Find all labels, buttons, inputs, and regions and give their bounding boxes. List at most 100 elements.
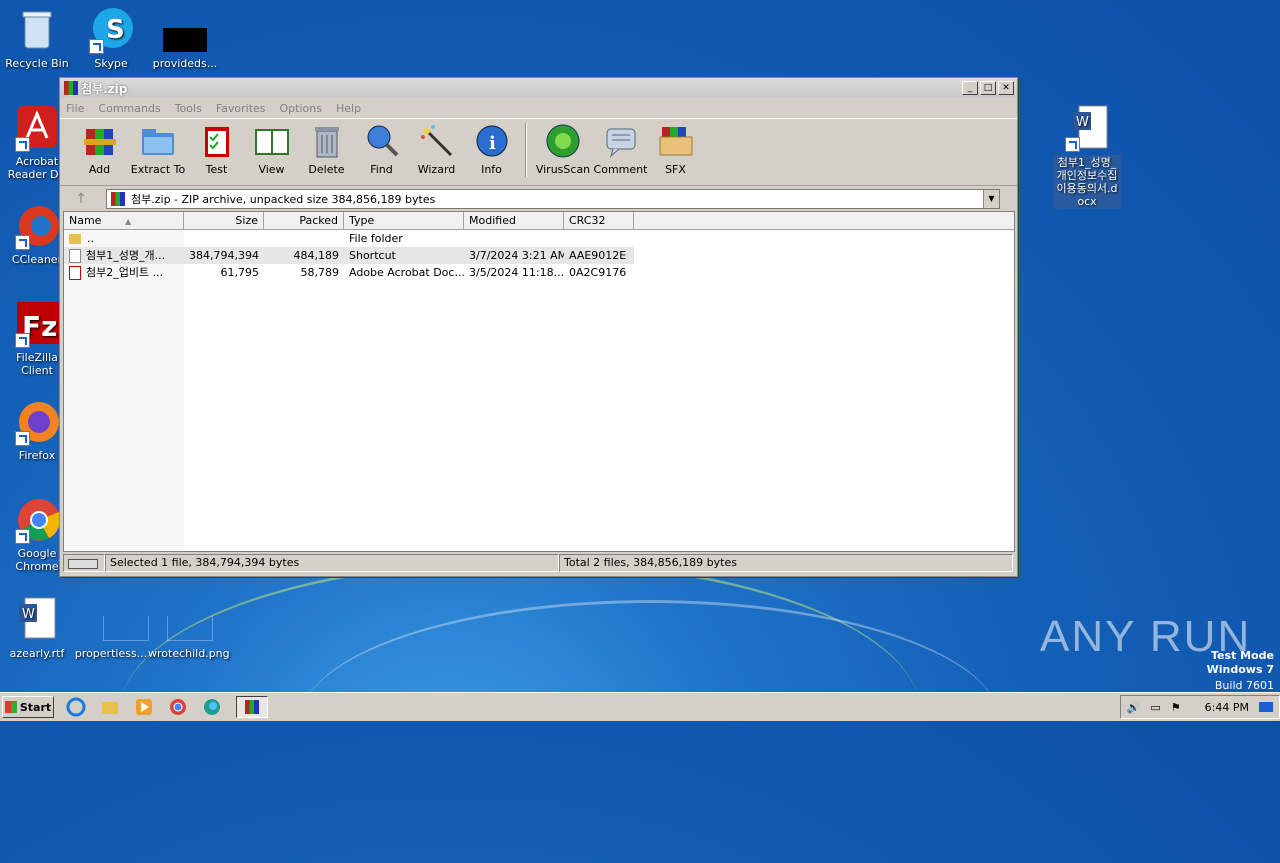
- window-title: 첨부.zip: [81, 81, 128, 96]
- file-size: 61,795: [220, 266, 260, 279]
- checklist-icon: [199, 123, 235, 159]
- status-bar: Selected 1 file, 384,794,394 bytes Total…: [63, 554, 1013, 572]
- sfx-label: SFX: [665, 163, 686, 176]
- recycle-bin-icon[interactable]: Recycle Bin: [0, 6, 74, 70]
- media-player-icon[interactable]: [134, 697, 156, 717]
- close-button[interactable]: ✕: [998, 81, 1014, 95]
- file-type: File folder: [349, 232, 403, 245]
- info-label: Info: [481, 163, 502, 176]
- test-button[interactable]: Test: [189, 123, 244, 176]
- windows-logo-icon: [4, 701, 17, 713]
- folder-icon: [140, 123, 176, 159]
- table-row[interactable]: 첨부2_업비트 ... 61,795 58,789 Adobe Acrobat …: [64, 264, 1014, 281]
- info-button[interactable]: i Info: [464, 123, 519, 176]
- path-dropdown-icon[interactable]: ▼: [983, 190, 999, 208]
- add-label: Add: [88, 163, 111, 176]
- address-bar: ↑ 첨부.zip - ZIP archive, unpacked size 38…: [60, 186, 1017, 212]
- add-button[interactable]: Add: [72, 123, 127, 176]
- delete-button[interactable]: Delete: [299, 123, 354, 176]
- winrar-window: 첨부.zip _ □ ✕ File Commands Tools Favorit…: [59, 77, 1018, 577]
- find-button[interactable]: Find: [354, 123, 409, 176]
- column-crc32[interactable]: CRC32: [564, 212, 634, 229]
- up-one-level-button[interactable]: ↑: [66, 188, 96, 210]
- edge-icon[interactable]: [202, 697, 224, 717]
- file-name: 첨부2_업비트 ...: [86, 266, 164, 279]
- minimize-button[interactable]: _: [962, 81, 978, 95]
- file-name: ..: [87, 232, 94, 245]
- rtf-file-icon[interactable]: W azearly.rtf: [0, 596, 74, 660]
- chrome-taskbar-icon[interactable]: [168, 697, 190, 717]
- table-row[interactable]: 첨부1_성명_개... 384,794,394 484,189 Shortcut…: [64, 247, 634, 264]
- up-arrow-icon: ↑: [75, 191, 87, 207]
- maximize-button[interactable]: □: [980, 81, 996, 95]
- menu-file[interactable]: File: [66, 102, 84, 115]
- png-file-icon[interactable]: wrotechild.png: [148, 596, 230, 660]
- test-mode-text: Test Mode: [1211, 649, 1274, 662]
- file-modified: 3/5/2024 11:18...: [469, 266, 564, 279]
- archive-icon: [111, 192, 125, 206]
- network-icon[interactable]: ▭: [1150, 701, 1160, 714]
- status-selected: Selected 1 file, 384,794,394 bytes: [105, 554, 559, 572]
- system-tray: 🔊 ▭ ⚑ 6:44 PM: [1119, 695, 1280, 719]
- virusscan-button[interactable]: VirusScan: [533, 123, 593, 176]
- volume-icon[interactable]: 🔊: [1127, 701, 1141, 714]
- delete-label: Delete: [308, 163, 345, 176]
- info-icon: i: [474, 123, 510, 159]
- list-header: Name ▲ Size Packed Type Modified CRC32: [64, 212, 1014, 230]
- column-type[interactable]: Type: [344, 212, 464, 229]
- clock[interactable]: 6:44 PM: [1205, 701, 1249, 714]
- start-button[interactable]: Start: [2, 696, 54, 718]
- column-modified[interactable]: Modified: [464, 212, 564, 229]
- column-size[interactable]: Size: [184, 212, 264, 229]
- file-name: 첨부1_성명_개...: [86, 249, 166, 262]
- action-center-flag-icon[interactable]: ⚑: [1171, 701, 1181, 714]
- trash-icon: [309, 123, 345, 159]
- file-crc: [564, 230, 634, 247]
- table-row[interactable]: .. File folder: [64, 230, 1014, 247]
- sfx-button[interactable]: SFX: [648, 123, 703, 176]
- menu-options[interactable]: Options: [280, 102, 322, 115]
- column-name[interactable]: Name ▲: [64, 212, 184, 229]
- wizard-label: Wizard: [417, 163, 456, 176]
- skype-icon[interactable]: S Skype: [74, 6, 148, 70]
- properties-file-icon[interactable]: propertiess...: [74, 596, 149, 660]
- svg-text:W: W: [22, 607, 35, 622]
- column-packed[interactable]: Packed: [264, 212, 344, 229]
- view-label: View: [258, 163, 285, 176]
- extract-to-label: Extract To: [130, 163, 186, 176]
- internet-explorer-icon[interactable]: [66, 697, 88, 717]
- menu-tools[interactable]: Tools: [175, 102, 202, 115]
- file-list: Name ▲ Size Packed Type Modified CRC32 .…: [63, 211, 1015, 552]
- file-packed: 484,189: [293, 249, 340, 262]
- show-desktop-icon[interactable]: [1259, 702, 1273, 712]
- svg-text:W: W: [1076, 115, 1089, 130]
- path-combo[interactable]: 첨부.zip - ZIP archive, unpacked size 384,…: [106, 189, 1000, 209]
- comment-button[interactable]: Comment: [593, 123, 648, 176]
- provideds-file-icon[interactable]: provideds...: [148, 6, 222, 70]
- svg-text:i: i: [489, 133, 496, 154]
- sfx-box-icon: [658, 123, 694, 159]
- docx-file-icon[interactable]: W 첨부1_성명_개인정보수집이용동의서.docx: [1050, 104, 1124, 209]
- windows-version-text: Windows 7: [1206, 663, 1274, 676]
- winrar-taskbar-button[interactable]: [236, 696, 268, 718]
- wizard-button[interactable]: Wizard: [409, 123, 464, 176]
- title-bar[interactable]: 첨부.zip _ □ ✕: [60, 78, 1017, 98]
- folder-up-icon: [69, 234, 81, 244]
- virusscan-label: VirusScan: [535, 163, 591, 176]
- extract-to-button[interactable]: Extract To: [127, 123, 189, 176]
- drive-icon: [63, 554, 105, 572]
- toolbar-separator: [525, 123, 527, 177]
- menu-favorites[interactable]: Favorites: [216, 102, 266, 115]
- file-explorer-icon[interactable]: [100, 697, 122, 717]
- desktop-icon-label: propertiess...: [74, 647, 148, 660]
- file-packed: 58,789: [300, 266, 340, 279]
- view-button[interactable]: View: [244, 123, 299, 176]
- file-crc: 0A2C9176: [569, 266, 627, 279]
- desktop-icon-label: wrotechild.png: [148, 647, 230, 660]
- menu-commands[interactable]: Commands: [98, 102, 160, 115]
- menu-help[interactable]: Help: [336, 102, 361, 115]
- comment-icon: [603, 123, 639, 159]
- pdf-file-icon: [69, 266, 81, 280]
- file-size: 384,794,394: [189, 249, 259, 262]
- build-text: Build 7601: [1214, 679, 1274, 692]
